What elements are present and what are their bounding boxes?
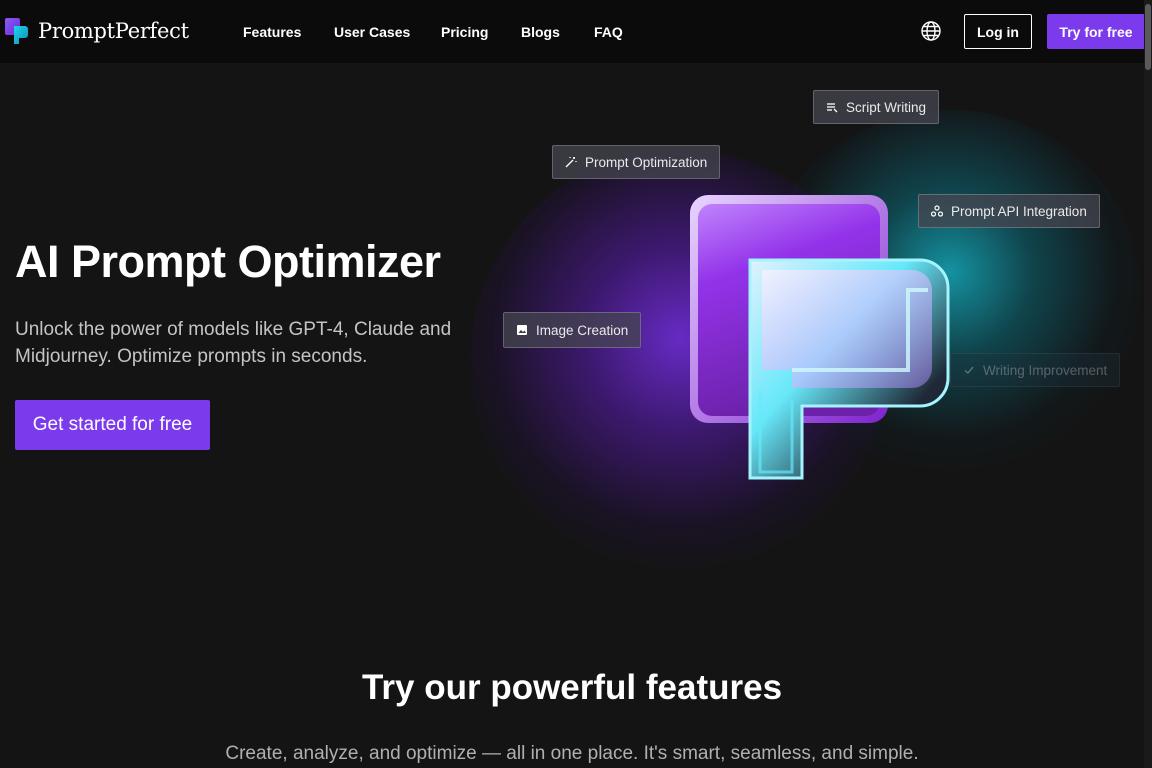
nav-link-features[interactable]: Features (243, 24, 301, 40)
chip-label: Script Writing (846, 99, 927, 115)
check-icon (964, 366, 974, 374)
image-icon (517, 325, 527, 335)
lines-icon (827, 103, 838, 113)
hero-subtitle: Unlock the power of models like GPT-4, C… (15, 319, 452, 367)
api-nodes-icon (931, 205, 943, 217)
chip-script-writing[interactable]: Script Writing (813, 90, 940, 124)
top-nav: PromptPerfect Features User Cases Pricin… (0, 0, 1152, 63)
try-for-free-button[interactable]: Try for free (1047, 14, 1145, 49)
chip-image-creation[interactable]: Image Creation (503, 312, 642, 348)
promptperfect-3d-logo (690, 195, 950, 480)
chip-label: Image Creation (536, 322, 629, 338)
scrollbar-thumb[interactable] (1145, 4, 1151, 70)
chip-label: Prompt API Integration (951, 203, 1087, 219)
nav-link-pricing[interactable]: Pricing (441, 24, 488, 40)
login-button[interactable]: Log in (964, 14, 1032, 49)
promptperfect-logo-icon (5, 18, 28, 44)
chip-prompt-optimization[interactable]: Prompt Optimization (552, 145, 721, 179)
brand-name: PromptPerfect (38, 19, 189, 43)
chip-writing-improvement[interactable]: Writing Improvement (950, 353, 1121, 387)
nav-link-blogs[interactable]: Blogs (521, 24, 560, 40)
globe-icon[interactable] (920, 20, 942, 42)
chip-prompt-api-integration[interactable]: Prompt API Integration (918, 194, 1100, 228)
magic-wand-icon (565, 157, 577, 168)
chip-label: Writing Improvement (983, 362, 1108, 378)
nav-link-faq[interactable]: FAQ (594, 24, 623, 40)
features-title: Try our powerful features (361, 668, 783, 707)
features-subtitle: Create, analyze, and optimize — all in o… (225, 743, 919, 764)
hero-title: AI Prompt Optimizer (15, 236, 441, 287)
nav-link-user-cases[interactable]: User Cases (334, 24, 410, 40)
brand[interactable]: PromptPerfect (5, 18, 189, 44)
chip-label: Prompt Optimization (585, 154, 708, 170)
page-scrollbar[interactable] (1144, 0, 1152, 768)
get-started-button[interactable]: Get started for free (15, 400, 210, 450)
